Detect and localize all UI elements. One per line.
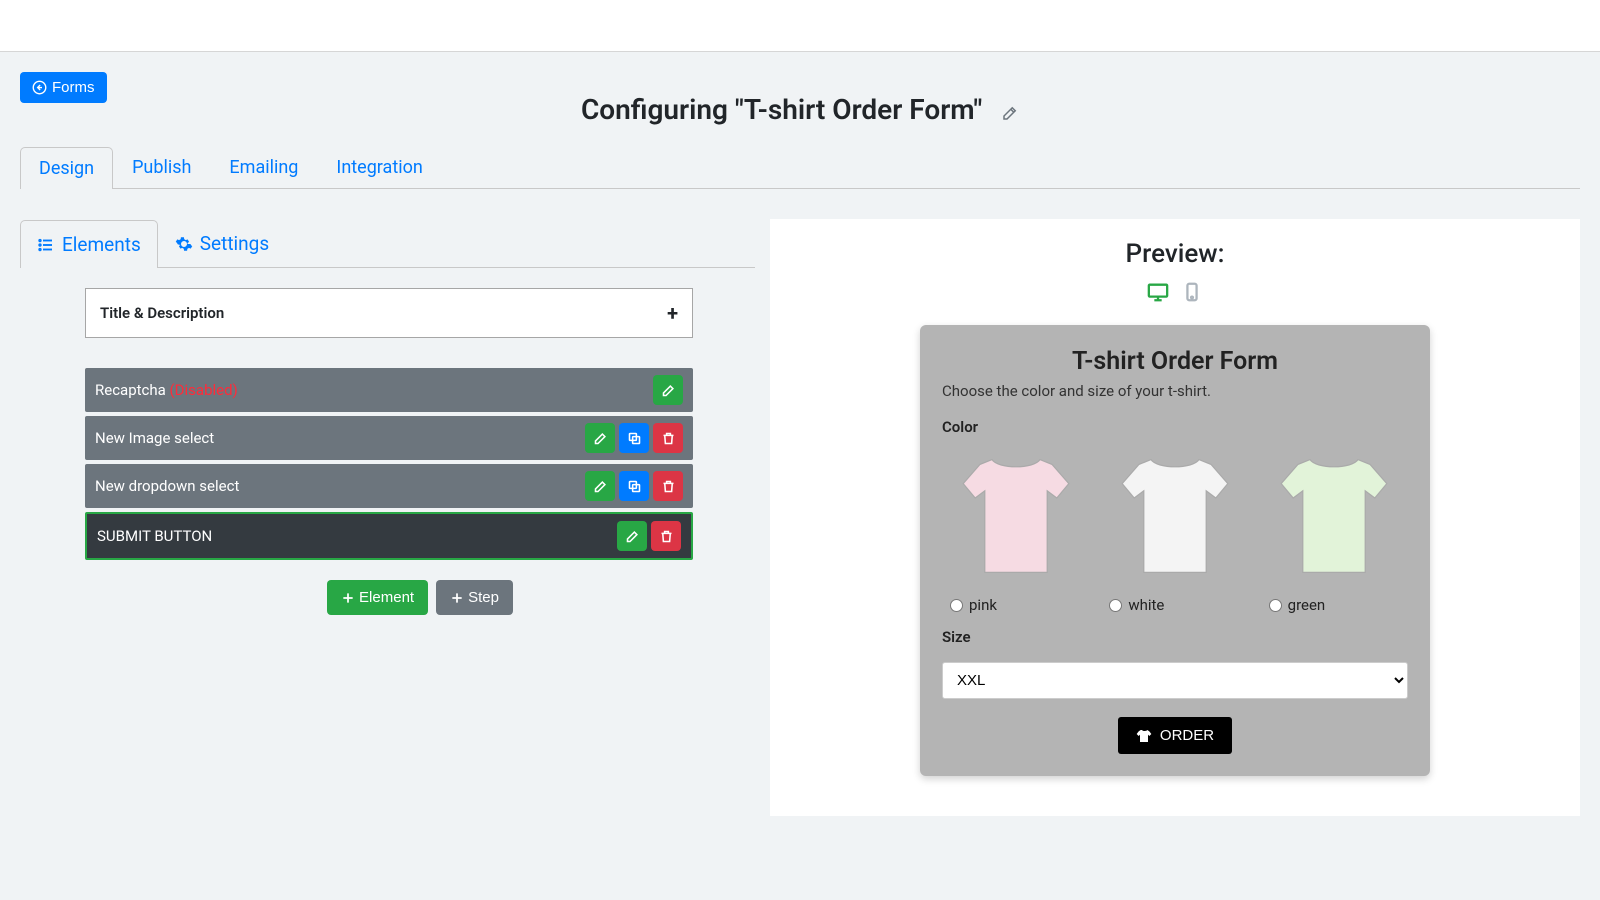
- copy-button[interactable]: [619, 423, 649, 453]
- size-label: Size: [942, 628, 1408, 646]
- color-option-white[interactable]: white: [1101, 446, 1248, 614]
- add-element-button[interactable]: Element: [327, 580, 428, 615]
- pencil-icon: [625, 529, 640, 544]
- element-label: SUBMIT BUTTON: [97, 527, 617, 545]
- pencil-icon: [593, 479, 608, 494]
- tab-design[interactable]: Design: [20, 147, 113, 189]
- back-button-label: Forms: [52, 79, 95, 96]
- add-step-label: Step: [468, 589, 499, 606]
- size-select[interactable]: XXL: [942, 662, 1408, 699]
- trash-icon: [661, 431, 676, 446]
- desktop-preview-button[interactable]: [1146, 281, 1170, 307]
- edit-title-button[interactable]: [1001, 104, 1019, 126]
- arrow-left-circle-icon: [32, 80, 47, 95]
- sub-tabs: Elements Settings: [20, 219, 755, 268]
- subtab-elements[interactable]: Elements: [20, 220, 158, 268]
- edit-button[interactable]: [585, 423, 615, 453]
- delete-button[interactable]: [653, 471, 683, 501]
- element-row-image-select[interactable]: New Image select: [85, 416, 693, 460]
- form-description: Choose the color and size of your t-shir…: [942, 382, 1408, 400]
- order-button[interactable]: ORDER: [1118, 717, 1232, 754]
- element-row-dropdown-select[interactable]: New dropdown select: [85, 464, 693, 508]
- gear-icon: [175, 235, 193, 253]
- plus-icon: [341, 591, 355, 605]
- tab-integration[interactable]: Integration: [317, 146, 441, 188]
- edit-button[interactable]: [617, 521, 647, 551]
- element-list: Recaptcha (Disabled) New Image select: [85, 368, 693, 560]
- element-row-recaptcha[interactable]: Recaptcha (Disabled): [85, 368, 693, 412]
- tshirt-icon: [1136, 728, 1152, 744]
- pencil-icon: [661, 383, 676, 398]
- color-name: green: [1288, 596, 1326, 614]
- tab-emailing[interactable]: Emailing: [210, 146, 317, 188]
- color-option-pink[interactable]: pink: [942, 446, 1089, 614]
- color-radio-pink[interactable]: [950, 599, 963, 612]
- add-step-button[interactable]: Step: [436, 580, 513, 615]
- title-description-label: Title & Description: [100, 304, 224, 322]
- list-icon: [37, 236, 55, 254]
- color-name: pink: [969, 596, 997, 614]
- pencil-icon: [593, 431, 608, 446]
- phone-icon: [1180, 281, 1204, 303]
- tshirt-icon: [1115, 446, 1235, 586]
- plus-icon: [450, 591, 464, 605]
- tab-publish[interactable]: Publish: [113, 146, 210, 188]
- monitor-icon: [1146, 281, 1170, 303]
- copy-icon: [627, 431, 642, 446]
- tshirt-icon: [1274, 446, 1394, 586]
- top-bar: [0, 0, 1600, 52]
- color-radio-white[interactable]: [1109, 599, 1122, 612]
- order-label: ORDER: [1160, 727, 1214, 744]
- subtab-elements-label: Elements: [62, 233, 141, 256]
- title-description-toggle[interactable]: Title & Description +: [85, 288, 693, 338]
- subtab-settings[interactable]: Settings: [158, 219, 286, 267]
- preview-card: T-shirt Order Form Choose the color and …: [920, 325, 1430, 776]
- copy-button[interactable]: [619, 471, 649, 501]
- color-label: Color: [942, 418, 1408, 436]
- pencil-edit-icon: [1001, 104, 1019, 122]
- color-radio-green[interactable]: [1269, 599, 1282, 612]
- color-name: white: [1128, 596, 1164, 614]
- back-to-forms-button[interactable]: Forms: [20, 72, 107, 103]
- element-label: Recaptcha (Disabled): [95, 381, 653, 399]
- device-toggle: [770, 281, 1580, 307]
- subtab-settings-label: Settings: [200, 232, 269, 255]
- element-label: New Image select: [95, 429, 585, 447]
- trash-icon: [659, 529, 674, 544]
- copy-icon: [627, 479, 642, 494]
- color-option-green[interactable]: green: [1261, 446, 1408, 614]
- element-row-submit-button[interactable]: SUBMIT BUTTON: [85, 512, 693, 560]
- trash-icon: [661, 479, 676, 494]
- page-title: Configuring "T-shirt Order Form": [581, 93, 982, 126]
- tshirt-icon: [956, 446, 1076, 586]
- form-title: T-shirt Order Form: [942, 347, 1408, 376]
- preview-heading: Preview:: [770, 239, 1580, 269]
- main-tabs: Design Publish Emailing Integration: [20, 146, 1580, 189]
- delete-button[interactable]: [651, 521, 681, 551]
- element-label: New dropdown select: [95, 477, 585, 495]
- delete-button[interactable]: [653, 423, 683, 453]
- edit-button[interactable]: [653, 375, 683, 405]
- edit-button[interactable]: [585, 471, 615, 501]
- plus-icon: +: [667, 301, 678, 325]
- mobile-preview-button[interactable]: [1180, 281, 1204, 307]
- add-element-label: Element: [359, 589, 414, 606]
